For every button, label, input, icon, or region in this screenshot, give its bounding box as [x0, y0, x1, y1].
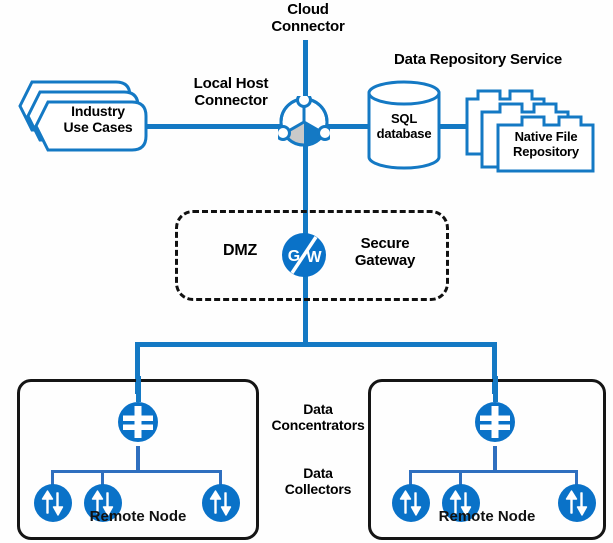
- native-file-repository[interactable]: Native File Repository: [464, 82, 596, 174]
- gateway-right-letter: W: [306, 249, 322, 266]
- data-concentrator[interactable]: [474, 401, 516, 443]
- gateway-left-letter: G: [288, 248, 300, 265]
- industry-use-cases-label: Industry Use Cases: [63, 103, 133, 135]
- remote-node-left-label: Remote Node: [89, 508, 187, 525]
- cloud-connector-label: Cloud Connector: [271, 1, 345, 35]
- remote-node-right[interactable]: Remote Node: [368, 376, 606, 540]
- sql-database[interactable]: SQL database: [366, 80, 442, 170]
- remote-node-right-label: Remote Node: [438, 508, 536, 525]
- rn-left-trunk: [136, 376, 141, 402]
- rn-left-bus: [51, 470, 221, 473]
- link-hub-to-sql: [326, 124, 368, 129]
- rn-right-trunk: [493, 376, 498, 402]
- concentrator-divide-icon: [475, 402, 515, 442]
- link-split-bar: [135, 342, 497, 347]
- data-collectors-label: Data Collectors: [284, 465, 352, 497]
- industry-use-cases[interactable]: Industry Use Cases: [18, 78, 150, 166]
- secure-gateway-icon-wrap[interactable]: G W: [281, 232, 327, 278]
- native-file-repository-label: Native File Repository: [513, 129, 579, 159]
- local-host-connector-label: Local Host Connector: [193, 75, 269, 109]
- data-concentrator[interactable]: [117, 401, 159, 443]
- architecture-diagram: Cloud Connector Local Host Connector Dat…: [0, 0, 613, 543]
- concentrator-divide-icon: [118, 402, 158, 442]
- remote-node-left[interactable]: Remote Node: [17, 376, 259, 540]
- three-sector-connector-icon: [278, 96, 330, 147]
- gateway-gw-icon: G W: [282, 233, 326, 277]
- rn-right-bus: [409, 470, 577, 473]
- sql-database-label: SQL database: [376, 111, 432, 141]
- local-host-connector-icon-wrap[interactable]: [278, 96, 330, 148]
- rn-right-concentrator-drop: [493, 446, 497, 472]
- rn-left-concentrator-drop: [136, 446, 140, 472]
- link-usecases-to-hub: [146, 124, 286, 129]
- folder-stack-icon: [465, 89, 595, 173]
- data-repository-service-label: Data Repository Service: [394, 51, 562, 68]
- data-concentrators-label: Data Concentrators: [271, 401, 365, 433]
